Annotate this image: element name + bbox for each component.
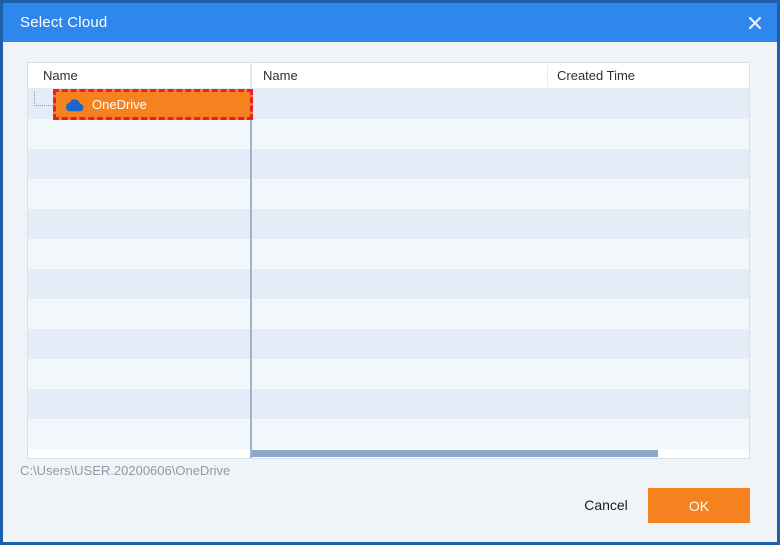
onedrive-cloud-icon xyxy=(65,98,84,111)
cancel-button[interactable]: Cancel xyxy=(571,488,641,522)
right-pane-header-created-time[interactable]: Created Time xyxy=(557,63,635,88)
ok-button[interactable]: OK xyxy=(648,488,750,523)
list-header-row: Name Name Created Time xyxy=(28,63,749,89)
horizontal-scrollbar-thumb[interactable] xyxy=(252,450,658,457)
list-body: OneDrive xyxy=(28,89,749,458)
close-button[interactable] xyxy=(733,3,777,42)
cloud-list-panel: Name Name Created Time OneDrive xyxy=(27,62,750,459)
left-pane-header-name[interactable]: Name xyxy=(43,63,78,88)
header-column-separator xyxy=(547,65,548,87)
tree-connector-line xyxy=(34,91,53,106)
horizontal-scrollbar-track[interactable] xyxy=(252,449,749,458)
left-pane-rows xyxy=(28,89,250,449)
selected-path-text: C:\Users\USER.20200606\OneDrive xyxy=(20,463,231,478)
close-icon xyxy=(748,16,762,29)
dialog-content: Name Name Created Time OneDrive C:\Users… xyxy=(3,42,777,542)
title-bar: Select Cloud xyxy=(3,3,777,42)
header-pane-separator xyxy=(250,63,252,88)
right-pane-header-name[interactable]: Name xyxy=(263,63,298,88)
dialog-title: Select Cloud xyxy=(20,14,108,31)
select-cloud-dialog: Select Cloud Name Name Created Time OneD… xyxy=(0,0,780,545)
onedrive-item-label: OneDrive xyxy=(92,97,147,112)
pane-divider[interactable] xyxy=(250,89,252,458)
right-pane-rows xyxy=(252,89,749,449)
onedrive-item[interactable]: OneDrive xyxy=(53,89,253,120)
